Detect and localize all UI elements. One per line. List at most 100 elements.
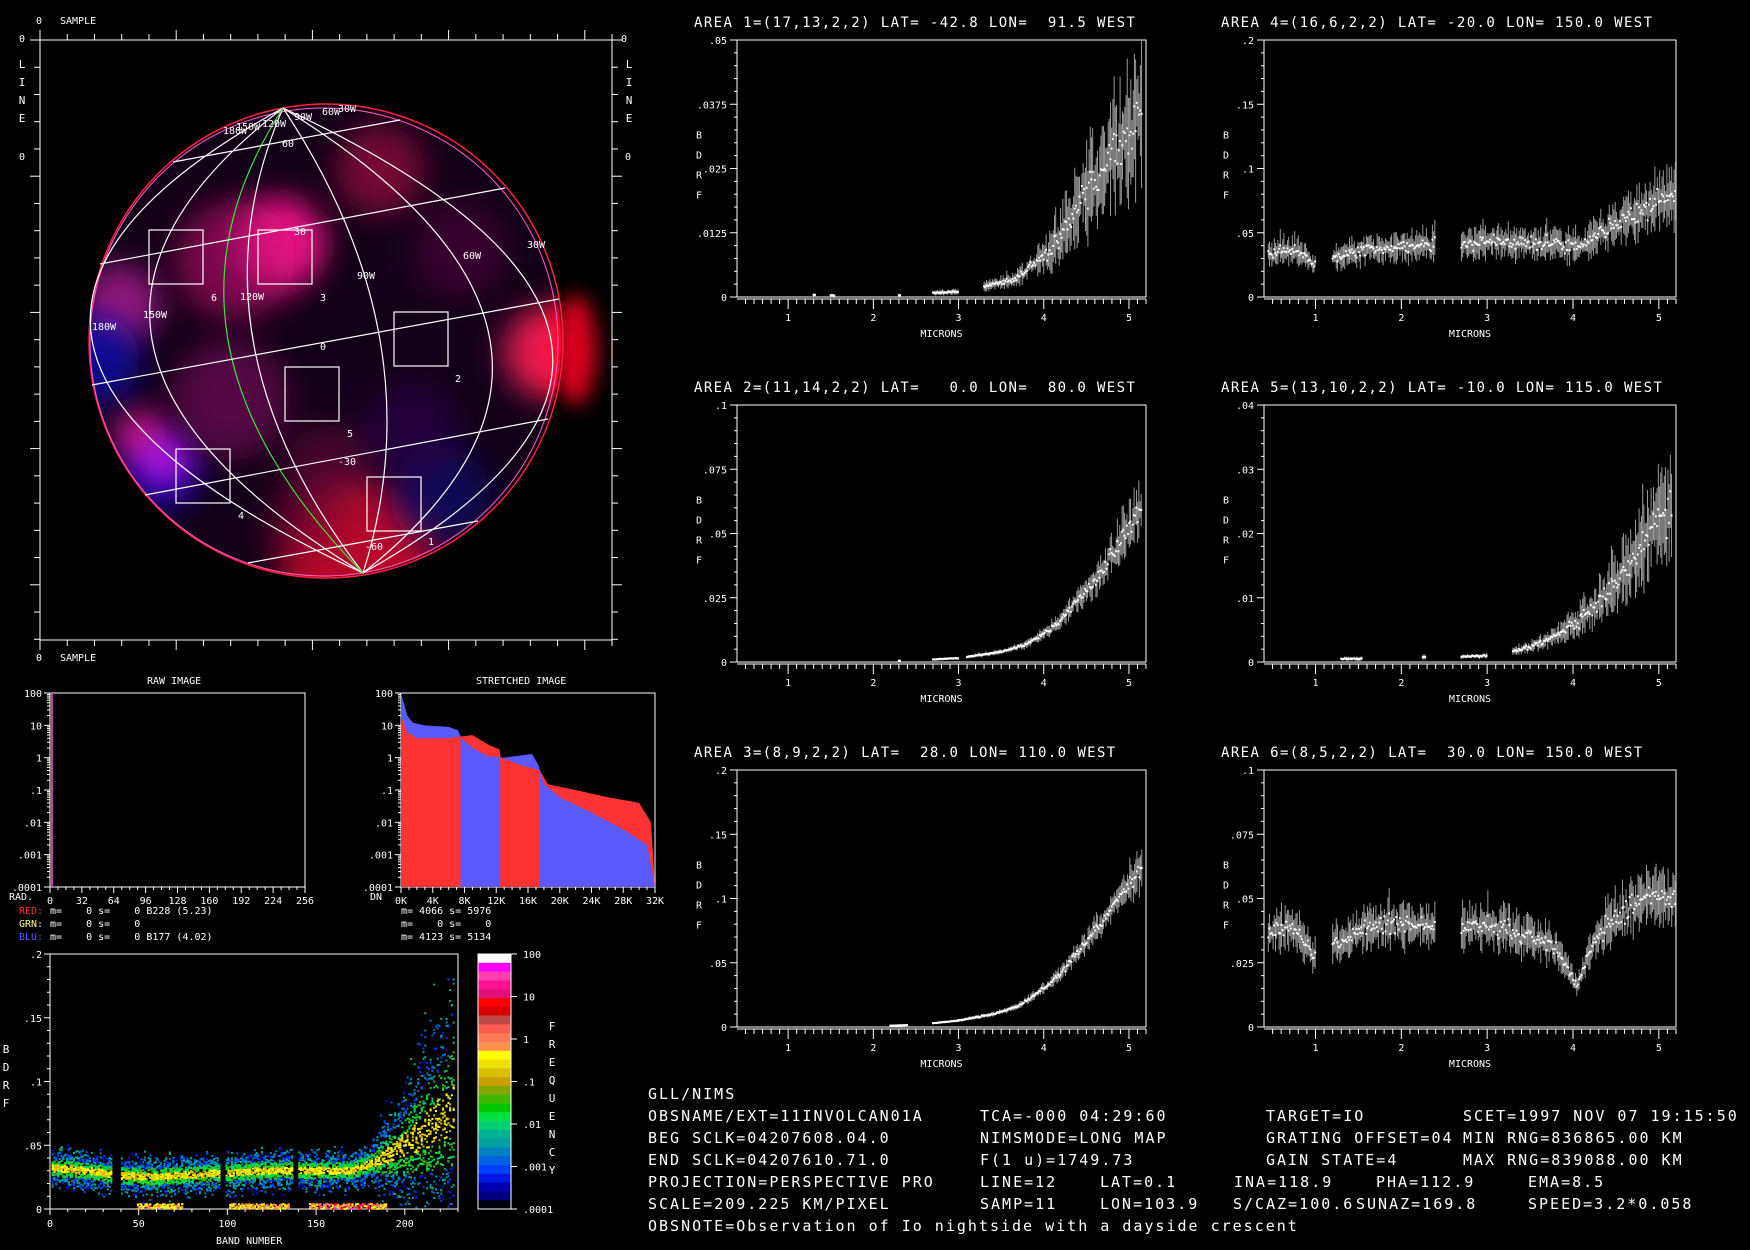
density-point-low xyxy=(317,1207,320,1210)
density-point xyxy=(387,1159,390,1162)
density-point xyxy=(395,1143,398,1146)
density-point xyxy=(241,1178,244,1181)
density-point xyxy=(168,1191,171,1194)
density-point xyxy=(385,1149,388,1152)
density-point xyxy=(305,1173,308,1176)
density-point xyxy=(355,1186,358,1189)
density-point xyxy=(355,1156,358,1159)
density-point xyxy=(207,1171,210,1174)
density-point xyxy=(236,1161,239,1164)
density-point xyxy=(149,1187,152,1190)
density-point xyxy=(404,1119,407,1122)
density-point xyxy=(342,1156,345,1159)
density-point xyxy=(216,1159,219,1162)
density-point xyxy=(76,1171,79,1174)
density-point xyxy=(58,1186,61,1189)
density-point xyxy=(310,1162,313,1165)
density-point xyxy=(101,1182,104,1185)
density-point xyxy=(397,1162,400,1165)
density-point xyxy=(376,1166,379,1169)
density-point xyxy=(188,1196,191,1199)
density-point xyxy=(378,1170,381,1173)
density-point xyxy=(103,1181,106,1184)
density-point xyxy=(397,1160,400,1163)
density-point-low xyxy=(383,1203,386,1206)
density-point xyxy=(209,1167,212,1170)
density-point xyxy=(145,1177,148,1180)
density-point xyxy=(379,1150,382,1153)
density-point xyxy=(330,1177,333,1180)
density-point xyxy=(135,1154,138,1157)
density-point xyxy=(225,1167,228,1170)
surface-blob xyxy=(335,125,425,215)
density-point xyxy=(381,1152,384,1155)
density-point xyxy=(365,1157,368,1160)
density-point-low xyxy=(151,1207,154,1210)
density-point xyxy=(138,1171,141,1174)
density-point xyxy=(174,1168,177,1171)
density-point xyxy=(372,1148,375,1151)
density-point-low xyxy=(230,1205,233,1208)
density-point xyxy=(312,1164,315,1167)
density-point-low xyxy=(328,1204,331,1207)
density-point xyxy=(259,1182,262,1185)
density-point xyxy=(80,1158,83,1161)
density-point xyxy=(330,1160,333,1163)
density-point xyxy=(403,1159,406,1162)
density-point xyxy=(264,1163,267,1166)
density-point xyxy=(188,1178,191,1181)
density-point-low xyxy=(326,1203,329,1206)
density-point xyxy=(234,1194,237,1197)
density-point xyxy=(131,1181,134,1184)
density-point xyxy=(101,1186,104,1189)
density-point xyxy=(131,1176,134,1179)
density-point xyxy=(291,1155,294,1158)
density-point xyxy=(404,1203,407,1206)
density-point xyxy=(81,1188,84,1191)
density-point xyxy=(206,1152,209,1155)
density-point xyxy=(282,1187,285,1190)
density-point-low xyxy=(339,1205,342,1208)
density-point xyxy=(89,1177,92,1180)
density-point xyxy=(261,1172,264,1175)
density-point-low xyxy=(308,1203,311,1206)
density-point xyxy=(252,1193,255,1196)
density-point xyxy=(175,1178,178,1181)
density-point xyxy=(177,1171,180,1174)
density-point xyxy=(278,1154,281,1157)
density-point xyxy=(207,1182,210,1185)
density-point xyxy=(214,1182,217,1185)
density-point xyxy=(78,1162,81,1165)
density-point xyxy=(165,1168,168,1171)
density-point xyxy=(255,1187,258,1190)
density-point xyxy=(149,1173,152,1176)
density-point xyxy=(110,1154,113,1157)
density-point xyxy=(87,1184,90,1187)
density-point xyxy=(190,1156,193,1159)
density-point xyxy=(367,1171,370,1174)
density-point xyxy=(211,1154,214,1157)
density-point xyxy=(365,1153,368,1156)
density-point xyxy=(392,1154,395,1157)
density-point xyxy=(337,1180,340,1183)
density-point xyxy=(140,1181,143,1184)
density-point xyxy=(99,1174,102,1177)
density-point xyxy=(316,1154,319,1157)
density-point xyxy=(259,1179,262,1182)
density-point-low xyxy=(140,1206,143,1209)
density-point xyxy=(53,1178,56,1181)
density-point xyxy=(367,1164,370,1167)
density-point xyxy=(191,1168,194,1171)
density-point xyxy=(285,1163,288,1166)
density-point xyxy=(149,1160,152,1163)
density-point xyxy=(275,1179,278,1182)
density-point xyxy=(280,1175,283,1178)
density-point xyxy=(383,1128,386,1131)
density-point xyxy=(216,1157,219,1160)
density-point-low xyxy=(167,1206,170,1209)
density-point xyxy=(165,1183,168,1186)
density-point xyxy=(76,1161,79,1164)
density-point xyxy=(291,1148,294,1151)
density-point xyxy=(394,1142,397,1145)
density-point xyxy=(328,1175,331,1178)
